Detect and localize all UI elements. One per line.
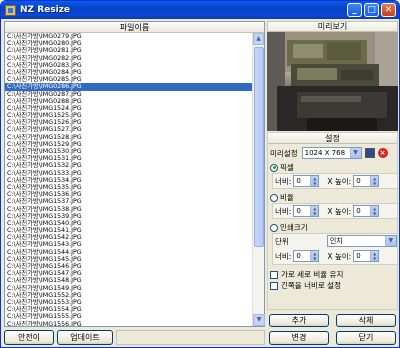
scroll-up-icon[interactable]: ▲ <box>253 33 264 45</box>
file-list-item[interactable]: C:\사진가방\IMG0281.JPG <box>5 47 253 54</box>
preview-header: 미리보기 <box>267 21 398 32</box>
filename-column-header[interactable]: 파일이름 <box>5 22 264 33</box>
file-list-item[interactable]: C:\사진가방\IMG1539.JPG <box>5 213 253 220</box>
pixel-label: 픽셀 <box>280 163 294 172</box>
spin-arrows-icon[interactable]: ▲ ▼ <box>310 176 319 186</box>
file-list-item[interactable]: C:\사진가방\IMG1555.JPG <box>5 313 253 320</box>
pixel-height-label: X 높이: <box>327 176 352 186</box>
file-list-item[interactable]: C:\사진가방\IMG0286.JPG <box>5 83 253 91</box>
status-field <box>116 330 265 345</box>
file-list-item[interactable]: C:\사진가방\IMG0282.JPG <box>5 55 253 62</box>
close-button[interactable]: 닫기 <box>336 331 396 345</box>
file-list-item[interactable]: C:\사진가방\IMG1524.JPG <box>5 105 253 112</box>
file-list[interactable]: C:\사진가방\IMG0279.JPG C:\사진가방\IMG0280.JPG C:… <box>5 33 253 326</box>
spin-arrows-icon[interactable]: ▲ ▼ <box>310 206 319 216</box>
keep-ratio-checkbox[interactable] <box>270 270 278 279</box>
preview-photo <box>267 32 398 131</box>
file-list-scrollbar[interactable]: ▲ ▼ <box>252 33 265 326</box>
file-list-item[interactable]: C:\사진가방\IMG1545.JPG <box>5 256 253 263</box>
file-list-item[interactable]: C:\사진가방\IMG1529.JPG <box>5 141 253 148</box>
ratio-width-value: 0 <box>296 207 301 215</box>
file-list-item[interactable]: C:\사진가방\IMG1548.JPG <box>5 277 253 284</box>
file-list-item[interactable]: C:\사진가방\IMG1534.JPG <box>5 177 253 184</box>
file-list-item[interactable]: C:\사진가방\IMG1556.JPG <box>5 321 253 327</box>
main-window: NZ Resize _ □ ✕ 파일이름 C:\사진가방\IMG0279.JPG… <box>0 0 400 348</box>
preset-value: 1024 X 768 <box>304 149 346 157</box>
file-list-item[interactable]: C:\사진가방\IMG1544.JPG <box>5 249 253 256</box>
delete-button[interactable]: 삭제 <box>336 314 396 327</box>
file-list-item[interactable]: C:\사진가방\IMG0288.JPG <box>5 98 253 105</box>
spin-arrows-icon[interactable]: ▲ ▼ <box>370 251 379 261</box>
spin-arrows-icon[interactable]: ▲ ▼ <box>370 206 379 216</box>
fit-width-label: 긴쪽을 너비로 설정 <box>281 281 341 290</box>
file-list-item[interactable]: C:\사진가방\IMG1549.JPG <box>5 285 253 292</box>
update-button[interactable]: 업데이트 <box>57 330 113 345</box>
preset-select[interactable]: 1024 X 768 ▼ <box>301 147 362 159</box>
pixel-height-input[interactable]: 0 ▲ ▼ <box>353 175 380 187</box>
print-width-value: 0 <box>296 252 301 260</box>
settings-title: 설정 <box>268 133 397 144</box>
fit-width-checkbox[interactable] <box>270 281 278 290</box>
file-list-item[interactable]: C:\사진가방\IMG1527.JPG <box>5 126 253 133</box>
add-button[interactable]: 추가 <box>269 314 329 327</box>
print-width-label: 너비: <box>275 251 292 261</box>
save-preset-icon[interactable] <box>364 148 375 158</box>
preset-label: 미리설정 <box>270 148 298 158</box>
file-list-item[interactable]: C:\사진가방\IMG1533.JPG <box>5 170 253 177</box>
print-height-value: 0 <box>356 252 361 260</box>
spin-arrows-icon[interactable]: ▲ ▼ <box>310 251 319 261</box>
file-list-item[interactable]: C:\사진가방\IMG0283.JPG <box>5 62 253 69</box>
scroll-thumb[interactable] <box>254 47 264 247</box>
file-list-item[interactable]: C:\사진가방\IMG1540.JPG <box>5 220 253 227</box>
file-list-item[interactable]: C:\사진가방\IMG1543.JPG <box>5 241 253 248</box>
chevron-down-icon[interactable]: ▼ <box>384 236 396 246</box>
pixel-width-input[interactable]: 0 ▲ ▼ <box>293 175 320 187</box>
clear-list-button[interactable]: 안전이 <box>4 330 54 345</box>
settings-group: 설정 미리설정 1024 X 768 ▼ × 픽셀 너비: 0 ▲ ▼ X 높이:… <box>267 132 398 310</box>
app-icon <box>5 4 16 16</box>
pixel-radio[interactable] <box>270 163 278 172</box>
print-height-input[interactable]: 0 ▲ ▼ <box>353 250 380 262</box>
print-height-label: X 높이: <box>327 251 352 261</box>
unit-value: 인치 <box>329 237 343 245</box>
title-bar[interactable]: NZ Resize _ □ ✕ <box>1 1 399 19</box>
file-list-panel: 파일이름 C:\사진가방\IMG0279.JPG C:\사진가방\IMG0280.… <box>4 21 265 327</box>
unit-select[interactable]: 인치 ▼ <box>326 235 397 247</box>
keep-ratio-label: 가로 세로 비율 유지 <box>281 270 344 279</box>
ratio-height-input[interactable]: 0 ▲ ▼ <box>353 205 380 217</box>
minimize-button[interactable]: _ <box>347 3 362 17</box>
file-list-item[interactable]: C:\사진가방\IMG1528.JPG <box>5 134 253 141</box>
file-list-item[interactable]: C:\사진가방\IMG1538.JPG <box>5 206 253 213</box>
ratio-radio[interactable] <box>270 193 278 202</box>
pixel-height-value: 0 <box>356 177 361 185</box>
scroll-down-icon[interactable]: ▼ <box>253 314 265 326</box>
close-window-button[interactable]: ✕ <box>381 3 396 17</box>
print-size-label: 인쇄크기 <box>280 223 308 232</box>
print-width-input[interactable]: 0 ▲ ▼ <box>293 250 320 262</box>
pixel-width-value: 0 <box>296 177 301 185</box>
window-title: NZ Resize <box>20 5 71 15</box>
ratio-label: 비율 <box>280 193 294 202</box>
maximize-button[interactable]: □ <box>364 3 379 17</box>
print-size-radio[interactable] <box>270 223 278 232</box>
ratio-height-label: X 높이: <box>327 206 352 216</box>
unit-label: 단위 <box>275 236 289 246</box>
convert-button[interactable]: 변경 <box>269 331 329 345</box>
spin-arrows-icon[interactable]: ▲ ▼ <box>370 176 379 186</box>
chevron-down-icon[interactable]: ▼ <box>349 148 361 158</box>
ratio-width-label: 너비: <box>275 206 292 216</box>
file-list-item[interactable]: C:\사진가방\IMG1537.JPG <box>5 198 253 205</box>
ratio-width-input[interactable]: 0 ▲ ▼ <box>293 205 320 217</box>
delete-preset-icon[interactable]: × <box>377 148 388 158</box>
ratio-height-value: 0 <box>356 207 361 215</box>
file-list-item[interactable]: C:\사진가방\IMG1532.JPG <box>5 162 253 169</box>
file-list-item[interactable]: C:\사진가방\IMG1552.JPG <box>5 292 253 299</box>
preview-image <box>267 32 398 131</box>
pixel-width-label: 너비: <box>275 176 292 186</box>
file-list-item[interactable]: C:\사진가방\IMG0287.JPG <box>5 91 253 98</box>
